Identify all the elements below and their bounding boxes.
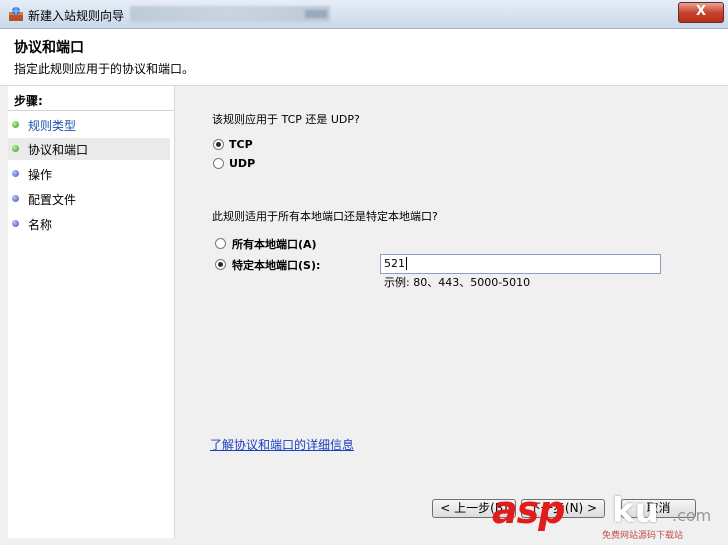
step-rule-type[interactable]: 规则类型 [8, 114, 170, 136]
specific-ports-input[interactable]: 521 [380, 254, 661, 274]
step-complete-icon [12, 121, 19, 128]
protocol-question: 该规则应用于 TCP 还是 UDP? [212, 113, 360, 126]
all-ports-label[interactable]: 所有本地端口(A) [232, 236, 317, 252]
watermark-ku: ku [612, 491, 659, 531]
step-name: 名称 [8, 213, 170, 235]
page-title: 协议和端口 [14, 40, 84, 56]
step-label: 操作 [28, 168, 53, 182]
title-bar[interactable]: 新建入站规则向导 X [0, 0, 728, 29]
step-protocol-ports[interactable]: 协议和端口 [8, 138, 170, 160]
watermark-asp: asp [492, 488, 565, 532]
specific-ports-label[interactable]: 特定本地端口(S): [232, 257, 320, 273]
tcp-label[interactable]: TCP [229, 138, 253, 151]
main-content: 该规则应用于 TCP 还是 UDP? TCP UDP 此规则适用于所有本地端口还… [176, 86, 720, 538]
specific-ports-radio[interactable] [215, 259, 226, 270]
step-label: 名称 [28, 218, 53, 232]
step-pending-icon [12, 220, 19, 227]
step-profile: 配置文件 [8, 188, 170, 210]
close-icon: X [695, 4, 707, 19]
close-button[interactable]: X [678, 2, 724, 23]
title-blur-region [130, 6, 330, 22]
steps-divider [8, 110, 174, 111]
step-label: 规则类型 [28, 119, 77, 133]
wizard-header: 协议和端口 指定此规则应用于的协议和端口。 [0, 29, 728, 86]
firewall-icon [9, 7, 23, 21]
udp-radio[interactable] [213, 158, 224, 169]
title-blur-region-2 [305, 10, 327, 18]
watermark-subtitle: 免费网站源码下载站 [602, 531, 684, 541]
learn-more-link[interactable]: 了解协议和端口的详细信息 [210, 436, 354, 453]
steps-panel: 步骤: 规则类型 协议和端口 操作 配置文件 名称 [8, 86, 175, 538]
text-cursor [406, 257, 407, 270]
all-ports-radio[interactable] [215, 238, 226, 249]
watermark-com: .com [672, 506, 712, 525]
watermark-logo: asp ku .com 免费网站源码下载站 [492, 488, 722, 541]
page-description: 指定此规则应用于的协议和端口。 [14, 62, 195, 76]
step-label: 协议和端口 [28, 143, 89, 157]
ports-question: 此规则适用于所有本地端口还是特定本地端口? [212, 210, 438, 223]
step-action: 操作 [8, 163, 170, 185]
tcp-radio[interactable] [213, 139, 224, 150]
window-title: 新建入站规则向导 [28, 9, 125, 23]
step-current-icon [12, 145, 19, 152]
step-label: 配置文件 [28, 193, 77, 207]
udp-label[interactable]: UDP [229, 157, 255, 170]
steps-heading: 步骤: [14, 94, 43, 108]
port-value: 521 [384, 257, 405, 270]
ports-example: 示例: 80、443、5000-5010 [384, 276, 531, 289]
wizard-window: 新建入站规则向导 X 协议和端口 指定此规则应用于的协议和端口。 步骤: 规则类… [0, 0, 728, 545]
step-pending-icon [12, 195, 19, 202]
step-pending-icon [12, 170, 19, 177]
